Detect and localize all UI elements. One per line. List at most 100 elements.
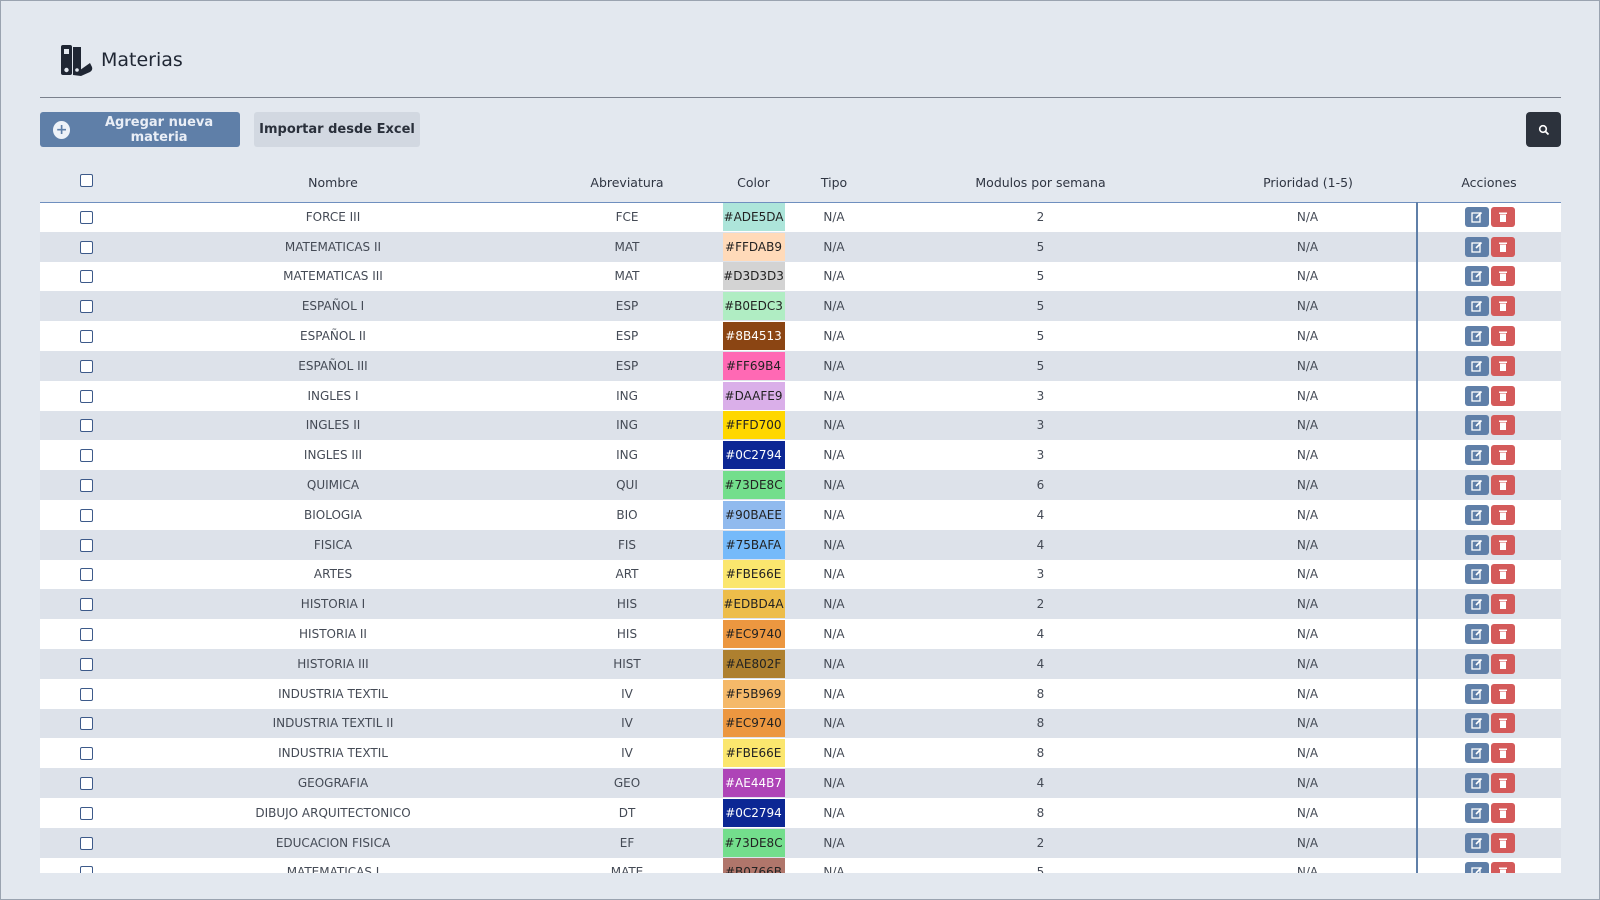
edit-button[interactable] xyxy=(1464,475,1489,496)
edit-button[interactable] xyxy=(1464,594,1489,615)
cell-acciones xyxy=(1416,559,1561,590)
delete-button[interactable] xyxy=(1490,475,1515,496)
edit-button[interactable] xyxy=(1464,236,1489,257)
row-checkbox[interactable] xyxy=(80,747,93,761)
edit-button[interactable] xyxy=(1464,743,1489,764)
delete-button[interactable] xyxy=(1490,207,1515,228)
add-subject-button[interactable]: + Agregar nueva materia xyxy=(40,112,240,147)
row-checkbox[interactable] xyxy=(80,568,93,582)
cell-color: #DAAFE9 xyxy=(721,380,786,411)
cell-tipo: N/A xyxy=(786,231,882,262)
delete-button[interactable] xyxy=(1490,326,1515,347)
row-checkbox[interactable] xyxy=(80,628,93,642)
delete-button[interactable] xyxy=(1490,445,1515,466)
row-checkbox[interactable] xyxy=(80,330,93,344)
import-excel-button[interactable]: Importar desde Excel xyxy=(254,112,420,147)
row-checkbox[interactable] xyxy=(80,389,93,403)
delete-button[interactable] xyxy=(1490,266,1515,287)
row-checkbox[interactable] xyxy=(80,836,93,850)
row-checkbox[interactable] xyxy=(80,270,93,284)
delete-button[interactable] xyxy=(1490,594,1515,615)
trash-icon xyxy=(1498,778,1507,789)
delete-button[interactable] xyxy=(1490,862,1515,873)
delete-button[interactable] xyxy=(1490,385,1515,406)
edit-button[interactable] xyxy=(1464,445,1489,466)
delete-button[interactable] xyxy=(1490,534,1515,555)
row-checkbox[interactable] xyxy=(80,806,93,820)
edit-button[interactable] xyxy=(1464,653,1489,674)
edit-button[interactable] xyxy=(1464,862,1489,873)
delete-button[interactable] xyxy=(1490,504,1515,525)
edit-button[interactable] xyxy=(1464,415,1489,436)
trash-icon xyxy=(1498,569,1507,580)
header-modulos[interactable]: Modulos por semana xyxy=(882,164,1199,203)
edit-button[interactable] xyxy=(1464,624,1489,645)
cell-abreviatura: IV xyxy=(533,708,721,739)
delete-button[interactable] xyxy=(1490,743,1515,764)
delete-button[interactable] xyxy=(1490,564,1515,585)
edit-button[interactable] xyxy=(1464,534,1489,555)
edit-button[interactable] xyxy=(1464,564,1489,585)
header-nombre[interactable]: Nombre xyxy=(133,164,533,203)
delete-button[interactable] xyxy=(1490,415,1515,436)
row-checkbox[interactable] xyxy=(80,717,93,731)
cell-nombre: FISICA xyxy=(133,529,533,560)
cell-abreviatura: ESP xyxy=(533,291,721,322)
delete-button[interactable] xyxy=(1490,802,1515,823)
edit-button[interactable] xyxy=(1464,832,1489,853)
cell-prioridad: N/A xyxy=(1199,559,1417,590)
delete-button[interactable] xyxy=(1490,773,1515,794)
cell-tipo: N/A xyxy=(786,619,882,649)
delete-button[interactable] xyxy=(1490,832,1515,853)
table-row: ESPAÑOL III ESP #FF69B4 N/A 5 N/A xyxy=(40,350,1561,381)
row-checkbox[interactable] xyxy=(80,538,93,552)
cell-abreviatura: ING xyxy=(533,410,721,441)
header-tipo[interactable]: Tipo xyxy=(786,164,882,203)
cell-acciones xyxy=(1416,648,1561,679)
delete-button[interactable] xyxy=(1490,683,1515,704)
delete-button[interactable] xyxy=(1490,653,1515,674)
row-checkbox[interactable] xyxy=(80,508,93,522)
header-prioridad[interactable]: Prioridad (1-5) xyxy=(1199,164,1417,203)
edit-button[interactable] xyxy=(1464,207,1489,228)
row-checkbox[interactable] xyxy=(80,359,93,373)
select-all-checkbox[interactable] xyxy=(80,174,93,188)
header-abreviatura[interactable]: Abreviatura xyxy=(533,164,721,203)
cell-acciones xyxy=(1416,589,1561,620)
cell-acciones xyxy=(1416,440,1561,471)
row-checkbox[interactable] xyxy=(80,657,93,671)
row-checkbox[interactable] xyxy=(80,479,93,493)
row-checkbox[interactable] xyxy=(80,240,93,254)
row-checkbox[interactable] xyxy=(80,449,93,463)
cell-prioridad: N/A xyxy=(1199,410,1417,441)
search-button[interactable] xyxy=(1526,112,1561,147)
edit-button[interactable] xyxy=(1464,504,1489,525)
delete-button[interactable] xyxy=(1490,236,1515,257)
cell-acciones xyxy=(1416,410,1561,441)
row-checkbox[interactable] xyxy=(80,687,93,701)
edit-button[interactable] xyxy=(1464,683,1489,704)
edit-button[interactable] xyxy=(1464,355,1489,376)
row-select-cell xyxy=(40,440,133,471)
row-checkbox[interactable] xyxy=(80,777,93,791)
cell-tipo: N/A xyxy=(786,827,882,858)
cell-prioridad: N/A xyxy=(1199,350,1417,381)
edit-button[interactable] xyxy=(1464,802,1489,823)
edit-button[interactable] xyxy=(1464,385,1489,406)
row-checkbox[interactable] xyxy=(80,211,93,225)
header-color[interactable]: Color xyxy=(721,164,786,203)
delete-button[interactable] xyxy=(1490,355,1515,376)
row-checkbox[interactable] xyxy=(80,419,93,433)
row-checkbox[interactable] xyxy=(80,300,93,314)
row-checkbox[interactable] xyxy=(80,866,93,873)
delete-button[interactable] xyxy=(1490,296,1515,317)
delete-button[interactable] xyxy=(1490,624,1515,645)
edit-button[interactable] xyxy=(1464,713,1489,734)
edit-button[interactable] xyxy=(1464,326,1489,347)
cell-modulos: 4 xyxy=(882,499,1199,530)
row-checkbox[interactable] xyxy=(80,598,93,612)
edit-button[interactable] xyxy=(1464,296,1489,317)
edit-button[interactable] xyxy=(1464,266,1489,287)
edit-button[interactable] xyxy=(1464,773,1489,794)
delete-button[interactable] xyxy=(1490,713,1515,734)
